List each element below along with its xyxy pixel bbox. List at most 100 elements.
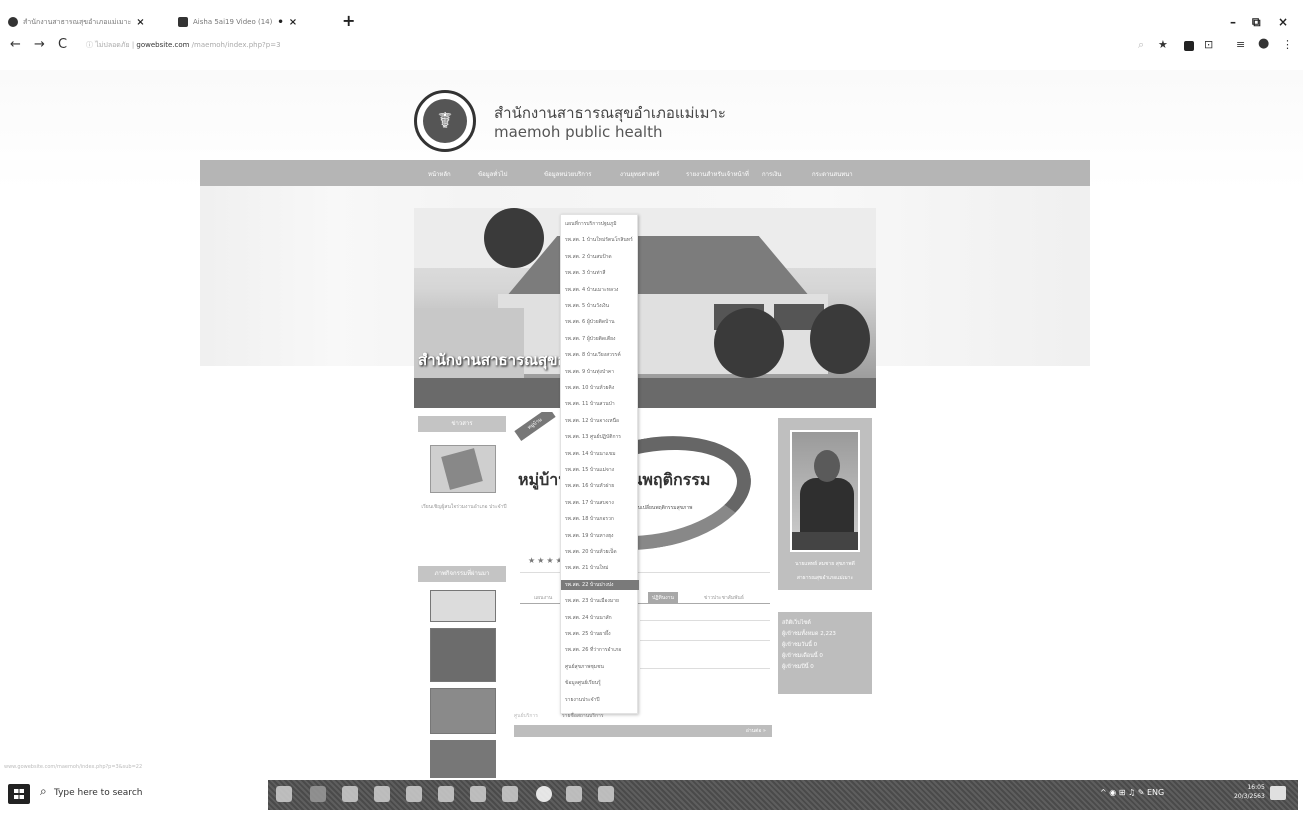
visitor-stats: สถิติเว็บไซต์ ผู้เข้าชมทั้งหมด 2,223 ผู้… bbox=[778, 612, 872, 694]
extension-icon[interactable] bbox=[1184, 41, 1194, 51]
video-favicon-icon bbox=[178, 17, 188, 27]
dropdown-item[interactable]: รพ.สต. 20 บ้านห้วยเป็ด bbox=[565, 547, 637, 557]
read-more-link[interactable]: อ่านต่อ » bbox=[746, 727, 766, 735]
status-bar-url: www.gowebsite.com/maemoh/index.php?p=3&s… bbox=[4, 764, 143, 770]
url-field[interactable]: ⓘ ไม่ปลอดภัย | gowebsite.com /maemoh/ind… bbox=[86, 40, 281, 51]
chrome-icon[interactable] bbox=[536, 786, 552, 802]
dropdown-item[interactable]: รพ.สต. 10 บ้านห้วยคิง bbox=[565, 383, 637, 393]
dropdown-item[interactable]: รพ.สต. 3 บ้านท่าสี bbox=[565, 268, 637, 278]
task-view-icon[interactable] bbox=[276, 786, 292, 802]
app-icon[interactable] bbox=[502, 786, 518, 802]
dropdown-item[interactable]: รพ.สต. 4 บ้านเมาะหลวง bbox=[565, 285, 637, 295]
dropdown-item[interactable]: รพ.สต. 6 ผู้ป่วยติดบ้าน bbox=[565, 317, 637, 327]
dropdown-item[interactable]: ข้อมูลศูนย์เรียนรู้ bbox=[565, 678, 637, 688]
bookmark-star-icon[interactable]: ★ bbox=[1158, 38, 1168, 51]
campaign-banner[interactable]: หมู่บ้าน หมู่บ้าน ขับเคลื่อนพฤติกรรม ปรั… bbox=[512, 412, 774, 560]
gallery-image[interactable] bbox=[430, 628, 496, 682]
close-window-button[interactable]: × bbox=[1278, 15, 1288, 29]
menu-kebab-icon[interactable]: ⋮ bbox=[1282, 38, 1293, 51]
gallery-image[interactable] bbox=[430, 590, 496, 622]
news-caption[interactable]: เรียนเชิญผู้สนใจร่วมงานอำเภอ ประจำปี bbox=[418, 503, 510, 512]
info-icon[interactable]: ⓘ bbox=[86, 41, 95, 49]
profile-icon[interactable]: ● bbox=[1258, 36, 1269, 51]
menu-home[interactable]: หน้าหลัก bbox=[428, 169, 451, 179]
caduceus-icon: ☤ bbox=[437, 108, 453, 134]
dropdown-item[interactable]: รพ.สต. 5 บ้านวังเงิน bbox=[565, 301, 637, 311]
app-icon[interactable] bbox=[566, 786, 582, 802]
ministry-logo[interactable]: ☤ bbox=[414, 90, 476, 152]
menu-finance[interactable]: การเงิน bbox=[762, 169, 781, 179]
dropdown-item[interactable]: รพ.สต. 11 บ้านสวนป่า bbox=[565, 399, 637, 409]
search-placeholder[interactable]: Type here to search bbox=[54, 788, 142, 798]
edge-icon[interactable] bbox=[342, 786, 358, 802]
menu-service-units[interactable]: ข้อมูลหน่วยบริการ bbox=[544, 169, 592, 179]
restore-button[interactable]: ⧉ bbox=[1252, 15, 1261, 30]
dropdown-item[interactable]: รพ.สต. 8 บ้านเวียงสวรรค์ bbox=[565, 350, 637, 360]
dropdown-item[interactable]: รพ.สต. 24 บ้านนาสัก bbox=[565, 613, 637, 623]
dropdown-item[interactable]: รพ.สต. 15 บ้านแม่จาง bbox=[565, 465, 637, 475]
chief-title: สาธารณสุขอำเภอแม่เมาะ bbox=[796, 575, 854, 581]
minimize-button[interactable]: – bbox=[1230, 15, 1236, 29]
clock[interactable]: 16:05 20/3/2563 bbox=[1234, 783, 1265, 801]
dropdown-item[interactable]: รพ.สต. 2 บ้านสบป้าด bbox=[565, 252, 637, 262]
dropdown-item[interactable]: รพ.สต. 12 บ้านจางเหนือ bbox=[565, 416, 637, 426]
tab-plans[interactable]: แผนงาน bbox=[530, 592, 556, 604]
tab-title: Aisha 5ai19 Video (14) bbox=[193, 18, 273, 26]
site-title: สำนักงานสาธารณสุขอำเภอแม่เมาะ bbox=[494, 104, 726, 122]
dropdown-item[interactable]: รพ.สต. 1 บ้านใหม่รัตนโกสินทร์ bbox=[565, 235, 637, 245]
menu-forum[interactable]: กระดานสนทนา bbox=[812, 169, 853, 179]
store-icon[interactable] bbox=[406, 786, 422, 802]
dropdown-item[interactable]: รพ.สต. 23 บ้านเมืองมาย bbox=[565, 596, 637, 606]
service-list-link[interactable]: รายชื่อสถานบริการ bbox=[562, 712, 604, 720]
back-button[interactable]: ← bbox=[10, 37, 21, 52]
app-icon[interactable] bbox=[310, 786, 326, 802]
forward-button[interactable]: → bbox=[34, 37, 45, 52]
dropdown-item[interactable]: รพ.สต. 26 ที่ว่าการอำเภอ bbox=[565, 645, 637, 655]
dropdown-item[interactable]: แผนที่การบริการปฐมภูมิ bbox=[565, 219, 637, 229]
reload-button[interactable]: C bbox=[58, 37, 67, 52]
dropdown-item[interactable]: รพ.สต. 17 บ้านสบจาง bbox=[565, 498, 637, 508]
extension-2-icon[interactable]: ⊡ bbox=[1204, 38, 1213, 51]
dropdown-item[interactable]: รพ.สต. 21 บ้านใหม่ bbox=[565, 563, 637, 573]
menu-strategy[interactable]: งานยุทธศาสตร์ bbox=[620, 169, 660, 179]
audio-icon[interactable]: • bbox=[277, 17, 283, 28]
dropdown-item[interactable]: รพ.สต. 22 บ้านปางปง bbox=[561, 579, 639, 590]
new-tab-button[interactable]: + bbox=[342, 13, 355, 29]
mail-icon[interactable] bbox=[438, 786, 454, 802]
app-icon[interactable] bbox=[598, 786, 614, 802]
tab-announcements[interactable]: ข่าวประชาสัมพันธ์ bbox=[700, 592, 748, 604]
dropdown-item[interactable]: รพ.สต. 14 บ้านนาแขม bbox=[565, 449, 637, 459]
app-icon[interactable] bbox=[470, 786, 486, 802]
dropdown-item[interactable]: รพ.สต. 9 บ้านทุ่งป่าคา bbox=[565, 367, 637, 377]
news-thumbnail[interactable] bbox=[430, 445, 496, 493]
menu-staff-reports[interactable]: รายงานสำหรับเจ้าหน้าที่ bbox=[686, 169, 749, 179]
site-subtitle: maemoh public health bbox=[494, 123, 663, 141]
windows-start-icon[interactable] bbox=[8, 784, 30, 804]
menu-general-info[interactable]: ข้อมูลทั่วไป bbox=[478, 169, 508, 179]
notification-icon[interactable] bbox=[1270, 786, 1286, 800]
gallery-image[interactable] bbox=[430, 688, 496, 734]
zoom-icon[interactable]: ⌕ bbox=[1138, 38, 1144, 52]
close-tab-icon[interactable]: × bbox=[136, 17, 144, 28]
campaign-ribbon: หมู่บ้าน bbox=[514, 412, 556, 441]
tab-maemoh[interactable]: สำนักงานสาธารณสุขอำเภอแม่เมาะ × bbox=[8, 12, 145, 32]
gallery-image[interactable] bbox=[430, 740, 496, 778]
close-tab-icon[interactable]: × bbox=[289, 17, 297, 28]
app-icon[interactable] bbox=[374, 786, 390, 802]
dropdown-item[interactable]: ศูนย์สุขภาพชุมชน bbox=[565, 662, 637, 672]
divider bbox=[640, 668, 770, 669]
reading-list-icon[interactable]: ≡ bbox=[1236, 38, 1245, 51]
tab-video[interactable]: Aisha 5ai19 Video (14) • × bbox=[178, 12, 297, 32]
campaign-tagline: ปรับเปลี่ยนพฤติกรรมสุขภาพ bbox=[632, 505, 693, 511]
dropdown-item[interactable]: รพ.สต. 16 บ้านหัวฝาย bbox=[565, 481, 637, 491]
dropdown-item[interactable]: รายงานประจำปี bbox=[565, 695, 637, 705]
tab-calendar[interactable]: ปฏิทินงาน bbox=[648, 592, 678, 604]
dropdown-item[interactable]: รพ.สต. 7 ผู้ป่วยติดเตียง bbox=[565, 334, 637, 344]
divider bbox=[640, 640, 770, 641]
dropdown-item[interactable]: รพ.สต. 13 ศูนย์ปฏิบัติการ bbox=[565, 432, 637, 442]
stats-row: ผู้เข้าชมวันนี้ 0 bbox=[782, 642, 818, 648]
dropdown-item[interactable]: รพ.สต. 19 บ้านหางฮุง bbox=[565, 531, 637, 541]
dropdown-item[interactable]: รพ.สต. 18 บ้านกอรวก bbox=[565, 514, 637, 524]
system-tray[interactable]: ^ ◉ ⊞ ♫ ✎ ENG bbox=[1100, 788, 1164, 797]
dropdown-item[interactable]: รพ.สต. 25 บ้านผาผึ้ง bbox=[565, 629, 637, 639]
